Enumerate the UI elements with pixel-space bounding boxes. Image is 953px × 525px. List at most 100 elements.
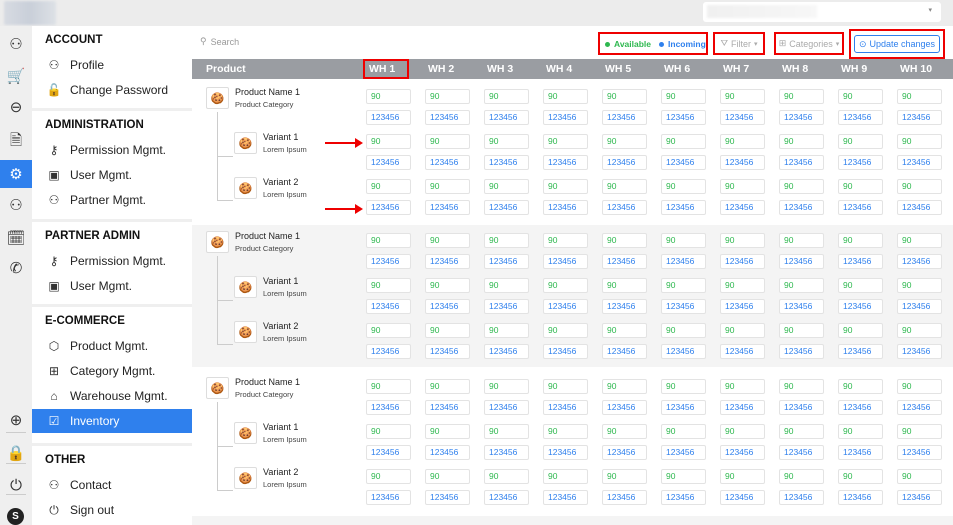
incoming-qty-input[interactable]: 123456 bbox=[366, 110, 411, 125]
variant-row[interactable]: 🍪 Variant 2 Lorem Ipsum bbox=[234, 321, 307, 343]
sidebar-item-category-mgmt[interactable]: ⊞ Category Mgmt. bbox=[32, 359, 192, 383]
incoming-qty-input[interactable]: 123456 bbox=[425, 110, 470, 125]
incoming-qty-input[interactable]: 123456 bbox=[661, 155, 706, 170]
available-qty-input[interactable]: 90 bbox=[484, 179, 529, 194]
variant-row[interactable]: 🍪 Variant 1 Lorem Ipsum bbox=[234, 132, 307, 154]
variant-row[interactable]: 🍪 Variant 2 Lorem Ipsum bbox=[234, 177, 307, 199]
calendar-clock-icon[interactable]: 🗓 bbox=[0, 224, 32, 252]
available-qty-input[interactable]: 90 bbox=[366, 179, 411, 194]
incoming-qty-input[interactable]: 123456 bbox=[838, 445, 883, 460]
available-qty-input[interactable]: 90 bbox=[779, 89, 824, 104]
product-row[interactable]: 🍪 Product Name 1 Product Category bbox=[206, 377, 300, 399]
available-qty-input[interactable]: 90 bbox=[661, 379, 706, 394]
available-qty-input[interactable]: 90 bbox=[838, 233, 883, 248]
incoming-qty-input[interactable]: 123456 bbox=[838, 200, 883, 215]
incoming-qty-input[interactable]: 123456 bbox=[661, 400, 706, 415]
incoming-qty-input[interactable]: 123456 bbox=[720, 200, 765, 215]
incoming-qty-input[interactable]: 123456 bbox=[720, 110, 765, 125]
incoming-qty-input[interactable]: 123456 bbox=[425, 155, 470, 170]
incoming-qty-input[interactable]: 123456 bbox=[720, 490, 765, 505]
incoming-qty-input[interactable]: 123456 bbox=[366, 400, 411, 415]
available-qty-input[interactable]: 90 bbox=[838, 134, 883, 149]
incoming-qty-input[interactable]: 123456 bbox=[779, 254, 824, 269]
incoming-qty-input[interactable]: 123456 bbox=[897, 155, 942, 170]
legend-incoming[interactable]: Incoming bbox=[659, 39, 706, 49]
incoming-qty-input[interactable]: 123456 bbox=[425, 344, 470, 359]
incoming-qty-input[interactable]: 123456 bbox=[366, 155, 411, 170]
incoming-qty-input[interactable]: 123456 bbox=[720, 299, 765, 314]
incoming-qty-input[interactable]: 123456 bbox=[661, 200, 706, 215]
incoming-qty-input[interactable]: 123456 bbox=[897, 110, 942, 125]
incoming-qty-input[interactable]: 123456 bbox=[425, 490, 470, 505]
available-qty-input[interactable]: 90 bbox=[366, 379, 411, 394]
available-qty-input[interactable]: 90 bbox=[779, 233, 824, 248]
available-qty-input[interactable]: 90 bbox=[366, 134, 411, 149]
incoming-qty-input[interactable]: 123456 bbox=[543, 200, 588, 215]
available-qty-input[interactable]: 90 bbox=[779, 134, 824, 149]
available-qty-input[interactable]: 90 bbox=[720, 323, 765, 338]
incoming-qty-input[interactable]: 123456 bbox=[897, 490, 942, 505]
incoming-qty-input[interactable]: 123456 bbox=[484, 200, 529, 215]
available-qty-input[interactable]: 90 bbox=[720, 89, 765, 104]
column-wh-8[interactable]: WH 8 bbox=[782, 63, 808, 75]
available-qty-input[interactable]: 90 bbox=[779, 469, 824, 484]
available-qty-input[interactable]: 90 bbox=[602, 323, 647, 338]
column-wh-6[interactable]: WH 6 bbox=[664, 63, 690, 75]
available-qty-input[interactable]: 90 bbox=[543, 323, 588, 338]
available-qty-input[interactable]: 90 bbox=[425, 179, 470, 194]
incoming-qty-input[interactable]: 123456 bbox=[543, 254, 588, 269]
column-wh-3[interactable]: WH 3 bbox=[487, 63, 513, 75]
available-qty-input[interactable]: 90 bbox=[838, 89, 883, 104]
available-qty-input[interactable]: 90 bbox=[602, 179, 647, 194]
incoming-qty-input[interactable]: 123456 bbox=[838, 490, 883, 505]
column-wh-2[interactable]: WH 2 bbox=[428, 63, 454, 75]
available-qty-input[interactable]: 90 bbox=[661, 424, 706, 439]
add-user-icon[interactable]: ⚇ bbox=[0, 30, 32, 58]
incoming-qty-input[interactable]: 123456 bbox=[720, 254, 765, 269]
incoming-qty-input[interactable]: 123456 bbox=[425, 299, 470, 314]
available-qty-input[interactable]: 90 bbox=[484, 469, 529, 484]
user-stats-icon[interactable]: ⚇ bbox=[0, 191, 32, 219]
incoming-qty-input[interactable]: 123456 bbox=[779, 200, 824, 215]
column-wh-4[interactable]: WH 4 bbox=[546, 63, 572, 75]
available-qty-input[interactable]: 90 bbox=[602, 278, 647, 293]
incoming-qty-input[interactable]: 123456 bbox=[543, 110, 588, 125]
incoming-qty-input[interactable]: 123456 bbox=[543, 445, 588, 460]
column-wh-10[interactable]: WH 10 bbox=[900, 63, 932, 75]
sidebar-item-user-mgmt[interactable]: ▣ User Mgmt. bbox=[32, 274, 192, 298]
incoming-qty-input[interactable]: 123456 bbox=[838, 254, 883, 269]
available-qty-input[interactable]: 90 bbox=[484, 424, 529, 439]
available-qty-input[interactable]: 90 bbox=[602, 89, 647, 104]
incoming-qty-input[interactable]: 123456 bbox=[661, 445, 706, 460]
incoming-qty-input[interactable]: 123456 bbox=[779, 445, 824, 460]
available-qty-input[interactable]: 90 bbox=[543, 379, 588, 394]
incoming-qty-input[interactable]: 123456 bbox=[897, 200, 942, 215]
available-qty-input[interactable]: 90 bbox=[602, 134, 647, 149]
available-qty-input[interactable]: 90 bbox=[779, 323, 824, 338]
incoming-qty-input[interactable]: 123456 bbox=[838, 344, 883, 359]
incoming-qty-input[interactable]: 123456 bbox=[661, 110, 706, 125]
available-qty-input[interactable]: 90 bbox=[425, 323, 470, 338]
available-qty-input[interactable]: 90 bbox=[602, 424, 647, 439]
variant-row[interactable]: 🍪 Variant 2 Lorem Ipsum bbox=[234, 467, 307, 489]
available-qty-input[interactable]: 90 bbox=[838, 469, 883, 484]
available-qty-input[interactable]: 90 bbox=[484, 233, 529, 248]
incoming-qty-input[interactable]: 123456 bbox=[602, 344, 647, 359]
available-qty-input[interactable]: 90 bbox=[484, 89, 529, 104]
column-wh-5[interactable]: WH 5 bbox=[605, 63, 631, 75]
incoming-qty-input[interactable]: 123456 bbox=[484, 110, 529, 125]
available-qty-input[interactable]: 90 bbox=[425, 424, 470, 439]
product-row[interactable]: 🍪 Product Name 1 Product Category bbox=[206, 231, 300, 253]
incoming-qty-input[interactable]: 123456 bbox=[543, 299, 588, 314]
available-qty-input[interactable]: 90 bbox=[661, 323, 706, 338]
available-qty-input[interactable]: 90 bbox=[838, 323, 883, 338]
incoming-qty-input[interactable]: 123456 bbox=[661, 490, 706, 505]
available-qty-input[interactable]: 90 bbox=[484, 278, 529, 293]
incoming-qty-input[interactable]: 123456 bbox=[897, 445, 942, 460]
incoming-qty-input[interactable]: 123456 bbox=[543, 155, 588, 170]
incoming-qty-input[interactable]: 123456 bbox=[602, 110, 647, 125]
incoming-qty-input[interactable]: 123456 bbox=[543, 400, 588, 415]
incoming-qty-input[interactable]: 123456 bbox=[602, 490, 647, 505]
account-select[interactable]: ▾ bbox=[703, 2, 941, 22]
sidebar-item-contact[interactable]: ⚇ Contact bbox=[32, 473, 192, 497]
